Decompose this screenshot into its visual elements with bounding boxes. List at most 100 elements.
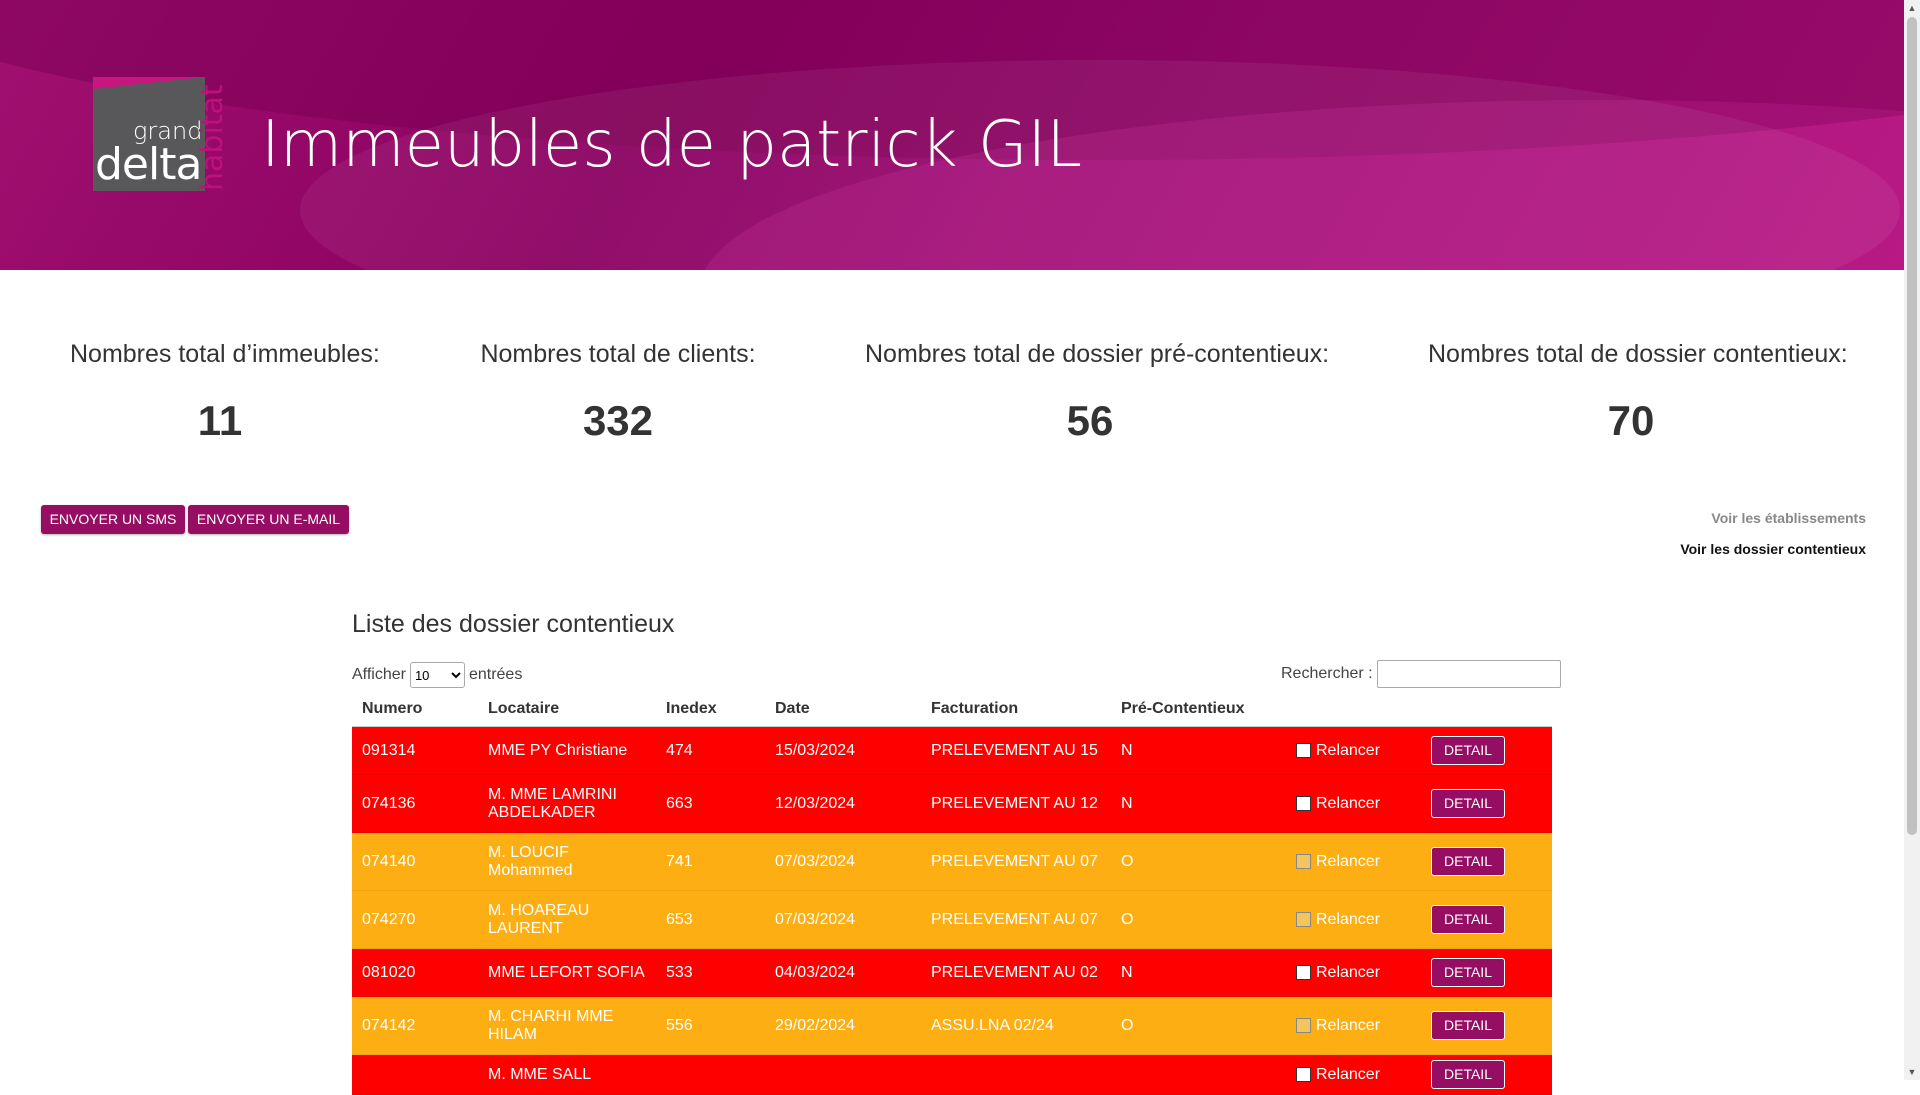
- relancer-checkbox[interactable]: [1296, 964, 1311, 980]
- stat-value: 332: [582, 397, 654, 444]
- cell-facturation: PRELEVEMENT AU 15: [921, 726, 1111, 775]
- voir-contentieux-link[interactable]: Voir les dossier contentieux: [1680, 541, 1866, 557]
- cell-relancer: Relancer: [1286, 832, 1421, 891]
- table-row: M. MME SALL Relancer DETAIL: [352, 1054, 1552, 1095]
- cell-index: 533: [656, 948, 765, 997]
- cell-detail: DETAIL: [1421, 832, 1552, 891]
- send-email-button[interactable]: ENVOYER UN E-MAIL: [188, 505, 349, 534]
- logo-text-delta: delta: [95, 139, 202, 190]
- stat-value: 70: [1607, 397, 1655, 444]
- detail-button[interactable]: DETAIL: [1431, 958, 1505, 987]
- stat-label: Nombres total d’immeubles:: [70, 340, 380, 368]
- cell-date: 04/03/2024: [765, 948, 921, 997]
- cell-numero: 074270: [352, 890, 478, 949]
- relancer-checkbox[interactable]: [1296, 742, 1311, 758]
- relancer-checkbox[interactable]: [1296, 1017, 1311, 1033]
- cell-index: 556: [656, 996, 765, 1055]
- cell-detail: DETAIL: [1421, 774, 1552, 833]
- cell-date: 12/03/2024: [765, 774, 921, 833]
- grand-delta-habitat-logo: grand delta habitat: [93, 77, 238, 192]
- page-title: Immeubles de patrick GIL: [261, 108, 1083, 182]
- cell-numero: 074140: [352, 832, 478, 891]
- relancer-label[interactable]: Relancer: [1316, 1017, 1380, 1034]
- show-entries-control: Afficher 10 entrées: [352, 662, 522, 688]
- detail-button[interactable]: DETAIL: [1431, 1011, 1505, 1040]
- column-header-facturation[interactable]: Facturation: [921, 692, 1111, 727]
- voir-etablissements-link[interactable]: Voir les établissements: [1711, 510, 1866, 526]
- page-header: grand delta habitat Immeubles de patrick…: [0, 0, 1904, 270]
- table-header-row: Numero Locataire Inedex Date Facturation…: [352, 692, 1552, 727]
- cell-date: [765, 1054, 921, 1095]
- cell-relancer: Relancer: [1286, 1054, 1421, 1095]
- cell-numero: 074142: [352, 996, 478, 1055]
- search-control: Rechercher :: [1281, 660, 1561, 688]
- cell-locataire: M. MME SALL: [478, 1054, 656, 1095]
- cell-date: 07/03/2024: [765, 890, 921, 949]
- search-input[interactable]: [1376, 660, 1561, 688]
- cell-index: 474: [656, 726, 765, 775]
- detail-button[interactable]: DETAIL: [1431, 1060, 1505, 1089]
- cell-numero: 074136: [352, 774, 478, 833]
- cell-detail: DETAIL: [1421, 1054, 1552, 1095]
- column-header-date[interactable]: Date: [765, 692, 921, 727]
- stat-label: Nombres total de dossier contentieux:: [1428, 340, 1848, 368]
- relancer-label[interactable]: Relancer: [1316, 853, 1380, 870]
- cell-pre-contentieux: O: [1111, 890, 1286, 949]
- side-links: Voir les établissements Voir les dossier…: [1600, 510, 1866, 580]
- relancer-label[interactable]: Relancer: [1316, 742, 1380, 759]
- show-entries-prefix: Afficher: [352, 666, 406, 683]
- list-title: Liste des dossier contentieux: [352, 610, 675, 638]
- send-sms-button[interactable]: ENVOYER UN SMS: [41, 505, 185, 534]
- cell-facturation: PRELEVEMENT AU 12: [921, 774, 1111, 833]
- cell-locataire: M. CHARHI MME HILAM: [478, 996, 656, 1055]
- stat-value: 56: [1066, 397, 1114, 444]
- cell-relancer: Relancer: [1286, 996, 1421, 1055]
- cell-index: 653: [656, 890, 765, 949]
- cell-relancer: Relancer: [1286, 948, 1421, 997]
- cell-locataire: MME LEFORT SOFIA: [478, 948, 656, 997]
- cell-relancer: Relancer: [1286, 890, 1421, 949]
- scroll-down-arrow-icon[interactable]: ▼: [1904, 1064, 1920, 1080]
- cell-relancer: Relancer: [1286, 774, 1421, 833]
- cell-locataire: M. MME LAMRINI ABDELKADER: [478, 774, 656, 833]
- column-header-locataire[interactable]: Locataire: [478, 692, 656, 727]
- cell-detail: DETAIL: [1421, 890, 1552, 949]
- relancer-checkbox[interactable]: [1296, 853, 1311, 869]
- relancer-label[interactable]: Relancer: [1316, 911, 1380, 928]
- column-header-numero[interactable]: Numero: [352, 692, 478, 727]
- detail-button[interactable]: DETAIL: [1431, 736, 1505, 765]
- cell-facturation: ASSU.LNA 02/24: [921, 996, 1111, 1055]
- detail-button[interactable]: DETAIL: [1431, 789, 1505, 818]
- relancer-label[interactable]: Relancer: [1316, 795, 1380, 812]
- scroll-thumb[interactable]: [1907, 17, 1917, 835]
- cell-pre-contentieux: [1111, 1054, 1286, 1095]
- column-header-index[interactable]: Inedex: [656, 692, 765, 727]
- contentieux-table: Numero Locataire Inedex Date Facturation…: [352, 692, 1552, 1095]
- detail-button[interactable]: DETAIL: [1431, 905, 1505, 934]
- relancer-checkbox[interactable]: [1296, 795, 1311, 811]
- stat-contentieux: Nombres total de dossier contentieux: 70: [1428, 340, 1848, 445]
- cell-facturation: PRELEVEMENT AU 07: [921, 832, 1111, 891]
- relancer-checkbox[interactable]: [1296, 911, 1311, 927]
- stat-label: Nombres total de clients:: [480, 340, 756, 368]
- cell-detail: DETAIL: [1421, 996, 1552, 1055]
- cell-relancer: Relancer: [1286, 726, 1421, 775]
- cell-locataire: MME PY Christiane: [478, 726, 656, 775]
- column-header-detail: [1421, 692, 1552, 727]
- cell-pre-contentieux: N: [1111, 726, 1286, 775]
- detail-button[interactable]: DETAIL: [1431, 847, 1505, 876]
- column-header-pre-contentieux[interactable]: Pré-Contentieux: [1111, 692, 1286, 727]
- logo-text-habitat: habitat: [195, 84, 230, 191]
- stat-immeubles: Nombres total d’immeubles: 11: [70, 340, 380, 445]
- cell-index: [656, 1054, 765, 1095]
- cell-locataire: M. HOAREAU LAURENT: [478, 890, 656, 949]
- relancer-label[interactable]: Relancer: [1316, 964, 1380, 981]
- scroll-up-arrow-icon[interactable]: ▲: [1904, 0, 1920, 16]
- stat-clients: Nombres total de clients: 332: [468, 340, 768, 445]
- entries-select[interactable]: 10: [409, 662, 465, 688]
- table-row: 074136 M. MME LAMRINI ABDELKADER 663 12/03/…: [352, 774, 1552, 833]
- cell-pre-contentieux: O: [1111, 996, 1286, 1055]
- cell-numero: 081020: [352, 948, 478, 997]
- cell-date: 07/03/2024: [765, 832, 921, 891]
- page-scrollbar[interactable]: ▲ ▼: [1904, 0, 1920, 1080]
